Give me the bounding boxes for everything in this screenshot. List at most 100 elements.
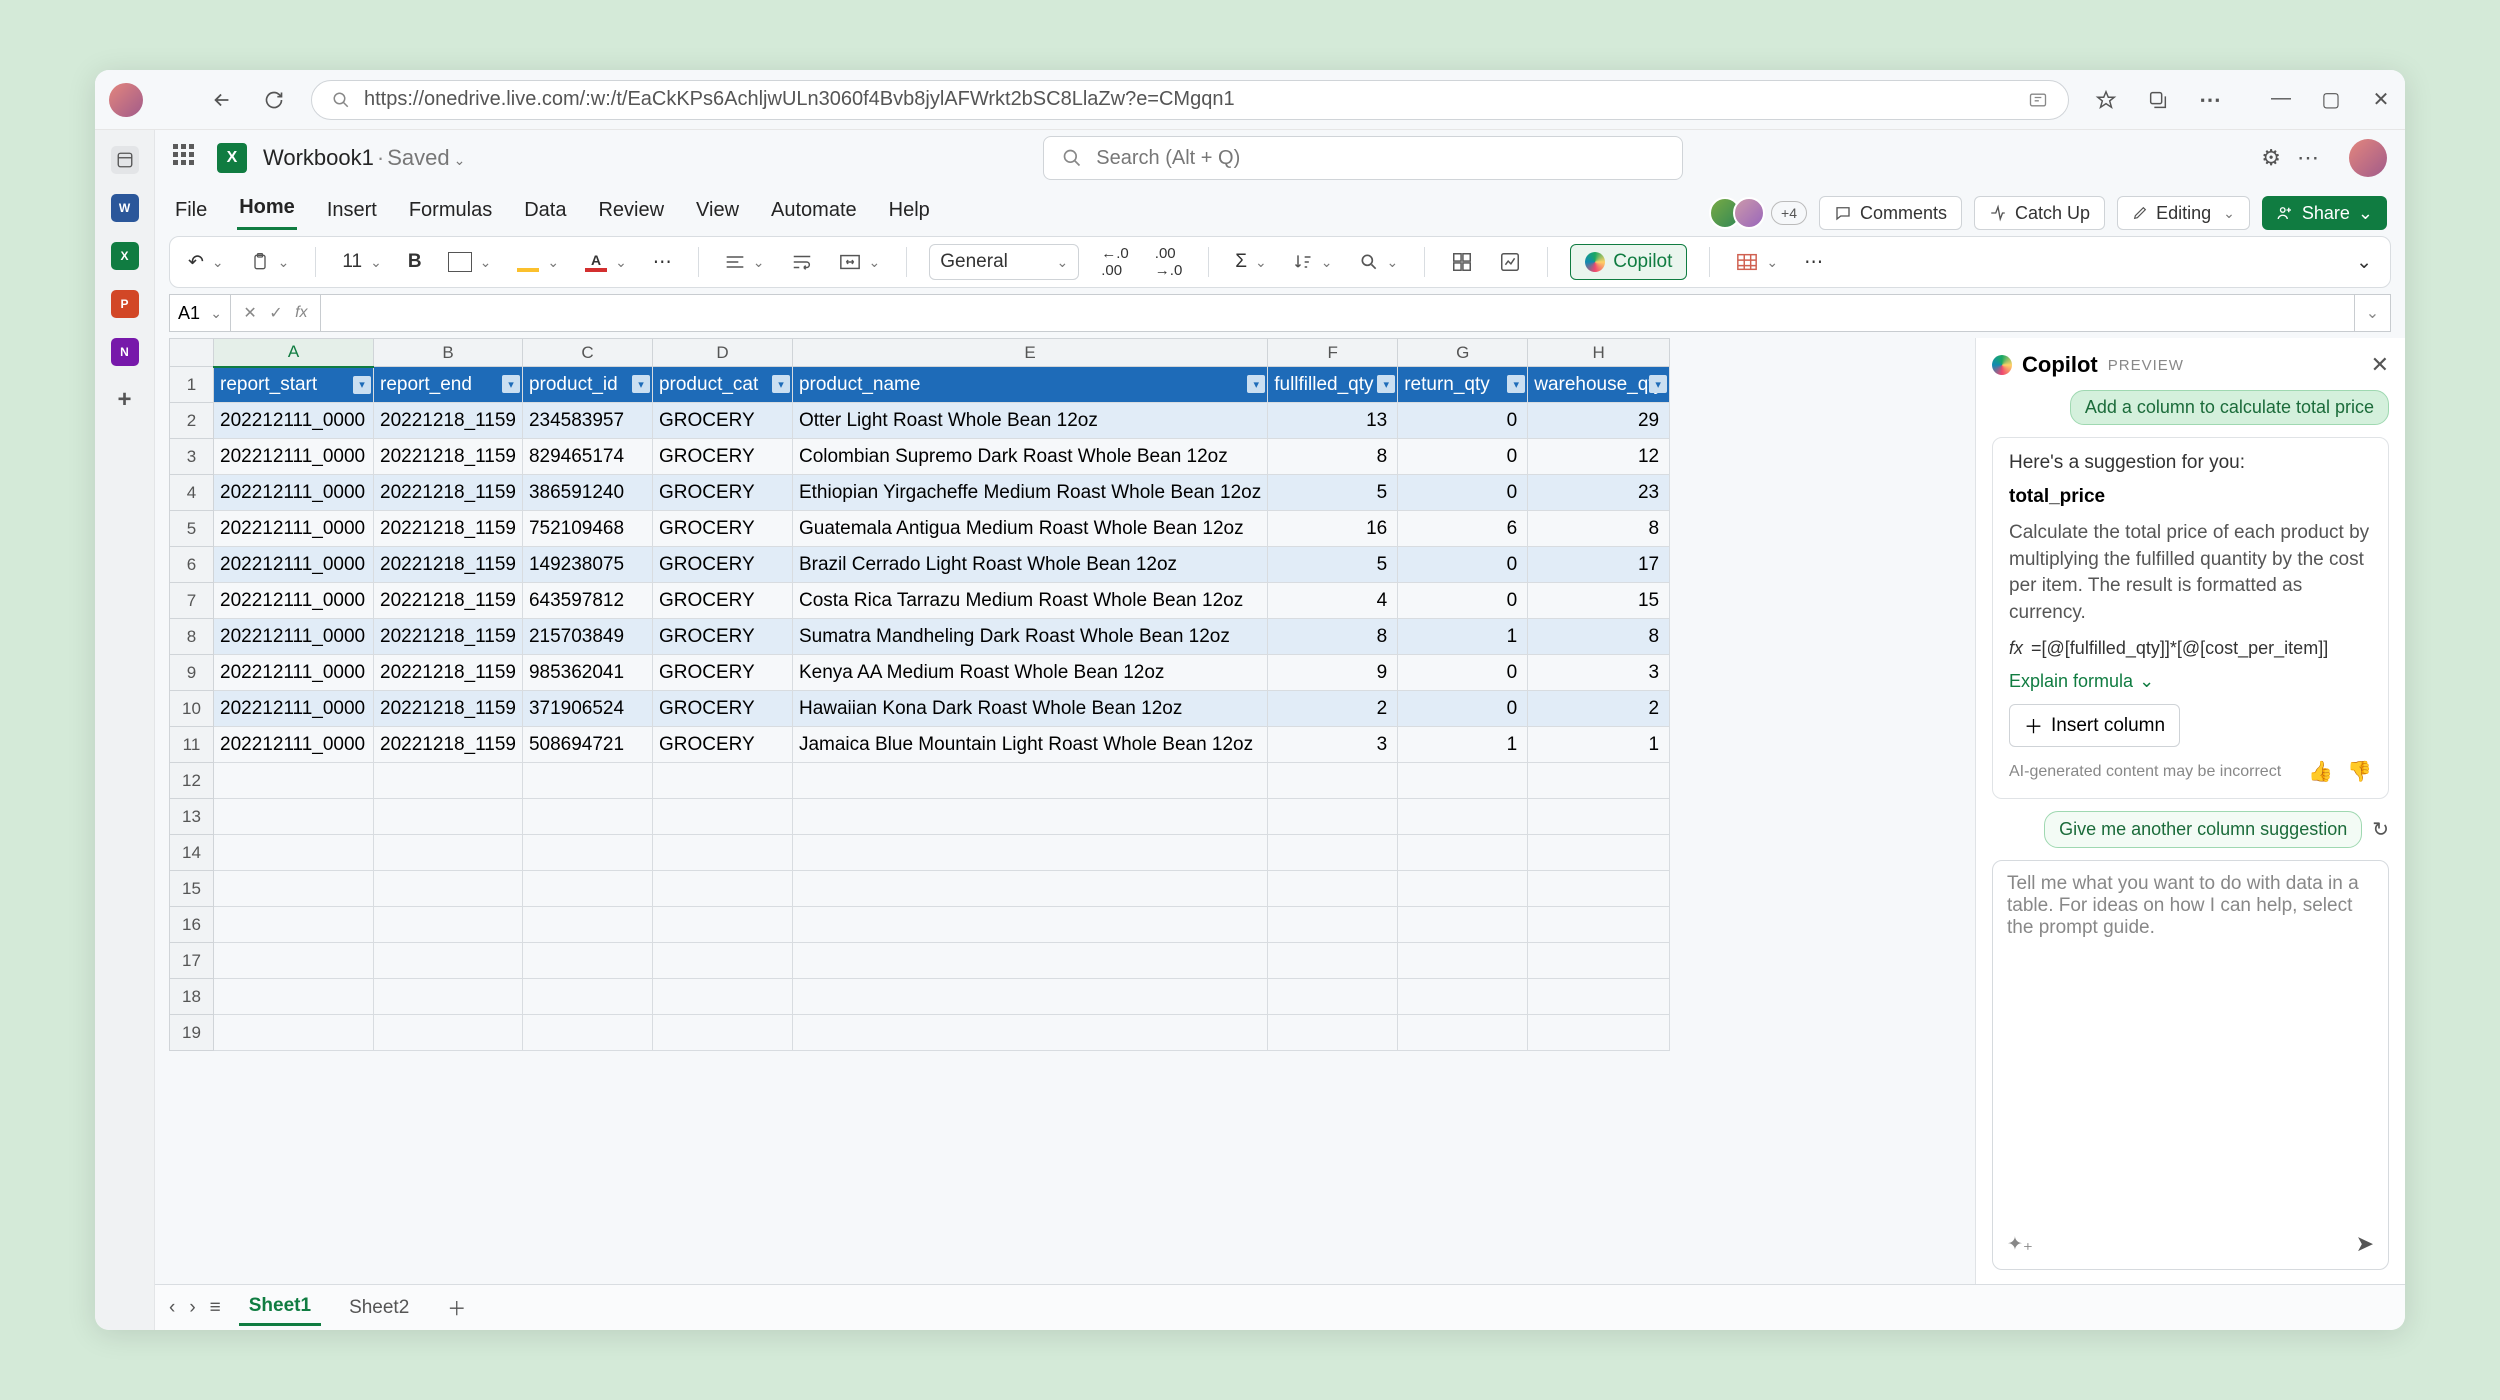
cell[interactable]: 15 bbox=[1528, 583, 1670, 619]
cell[interactable] bbox=[1268, 943, 1398, 979]
cell[interactable] bbox=[1398, 943, 1528, 979]
tab-formulas[interactable]: Formulas bbox=[407, 191, 494, 230]
sheet-tab-2[interactable]: Sheet2 bbox=[339, 1291, 419, 1325]
cell[interactable] bbox=[522, 943, 652, 979]
select-all-corner[interactable] bbox=[170, 339, 214, 367]
cell[interactable] bbox=[1528, 799, 1670, 835]
cell[interactable] bbox=[214, 835, 374, 871]
cell[interactable] bbox=[214, 763, 374, 799]
cell[interactable]: 0 bbox=[1398, 439, 1528, 475]
cell[interactable]: 0 bbox=[1398, 547, 1528, 583]
cell[interactable] bbox=[374, 871, 523, 907]
row-header[interactable]: 17 bbox=[170, 943, 214, 979]
table-header-cell[interactable]: report_end▾ bbox=[374, 367, 523, 403]
cell[interactable]: 3 bbox=[1528, 655, 1670, 691]
cell[interactable] bbox=[374, 907, 523, 943]
cell[interactable] bbox=[652, 979, 792, 1015]
cell[interactable] bbox=[1268, 907, 1398, 943]
cell[interactable]: 17 bbox=[1528, 547, 1670, 583]
filter-icon[interactable]: ▾ bbox=[772, 375, 790, 393]
cell[interactable] bbox=[1398, 979, 1528, 1015]
cell[interactable] bbox=[792, 871, 1267, 907]
catchup-button[interactable]: Catch Up bbox=[1974, 196, 2105, 230]
row-header[interactable]: 10 bbox=[170, 691, 214, 727]
send-icon[interactable]: ➤ bbox=[2356, 1231, 2374, 1257]
cell[interactable]: 202212111_0000 bbox=[214, 583, 374, 619]
filter-icon[interactable]: ▾ bbox=[1649, 375, 1667, 393]
rail-add-button[interactable]: + bbox=[111, 386, 139, 414]
cell[interactable]: 6 bbox=[1398, 511, 1528, 547]
tab-insert[interactable]: Insert bbox=[325, 191, 379, 230]
cell[interactable]: 202212111_0000 bbox=[214, 619, 374, 655]
cell[interactable] bbox=[1268, 871, 1398, 907]
filter-icon[interactable]: ▾ bbox=[1507, 375, 1525, 393]
cell[interactable]: 20221218_1159 bbox=[374, 475, 523, 511]
share-button[interactable]: Share ⌄ bbox=[2262, 196, 2387, 230]
row-header[interactable]: 11 bbox=[170, 727, 214, 763]
row-header[interactable]: 16 bbox=[170, 907, 214, 943]
row-header[interactable]: 15 bbox=[170, 871, 214, 907]
cell[interactable] bbox=[374, 799, 523, 835]
cell[interactable] bbox=[1398, 763, 1528, 799]
table-header-cell[interactable]: product_name▾ bbox=[792, 367, 1267, 403]
cell[interactable] bbox=[522, 871, 652, 907]
font-size[interactable]: 11⌄ bbox=[338, 247, 385, 277]
cell[interactable] bbox=[792, 799, 1267, 835]
collaborators[interactable]: +4 bbox=[1717, 197, 1807, 229]
cell[interactable] bbox=[792, 907, 1267, 943]
cell[interactable] bbox=[792, 835, 1267, 871]
font-color-button[interactable]: A⌄ bbox=[581, 248, 631, 276]
cell[interactable]: 23 bbox=[1528, 475, 1670, 511]
add-sheet-button[interactable]: ＋ bbox=[437, 1288, 476, 1327]
analyze-icon[interactable] bbox=[1495, 247, 1525, 277]
cell[interactable] bbox=[374, 979, 523, 1015]
cell[interactable]: 29 bbox=[1528, 403, 1670, 439]
close-button[interactable]: ✕ bbox=[2371, 87, 2391, 112]
cell[interactable]: 752109468 bbox=[522, 511, 652, 547]
cell[interactable] bbox=[374, 943, 523, 979]
cell[interactable] bbox=[1398, 907, 1528, 943]
cell[interactable] bbox=[1398, 1015, 1528, 1051]
row-header[interactable]: 3 bbox=[170, 439, 214, 475]
rail-word-icon[interactable]: W bbox=[111, 194, 139, 222]
cell[interactable]: 3 bbox=[1268, 727, 1398, 763]
name-box[interactable]: A1⌄ bbox=[169, 294, 231, 332]
filter-icon[interactable]: ▾ bbox=[502, 375, 520, 393]
row-header[interactable]: 6 bbox=[170, 547, 214, 583]
cell[interactable] bbox=[652, 1015, 792, 1051]
cell[interactable] bbox=[522, 763, 652, 799]
cell[interactable] bbox=[522, 799, 652, 835]
cell[interactable]: GROCERY bbox=[652, 583, 792, 619]
cell[interactable]: 215703849 bbox=[522, 619, 652, 655]
undo-button[interactable]: ↶⌄ bbox=[184, 247, 228, 278]
cell[interactable] bbox=[214, 799, 374, 835]
cell[interactable] bbox=[1268, 1015, 1398, 1051]
cell[interactable]: 8 bbox=[1268, 619, 1398, 655]
cell[interactable] bbox=[1268, 835, 1398, 871]
number-format[interactable]: General⌄ bbox=[929, 244, 1079, 280]
row-header[interactable]: 9 bbox=[170, 655, 214, 691]
cell[interactable]: GROCERY bbox=[652, 475, 792, 511]
cell[interactable] bbox=[1528, 907, 1670, 943]
cell[interactable] bbox=[652, 907, 792, 943]
col-header-A[interactable]: A bbox=[214, 339, 374, 367]
cell[interactable] bbox=[652, 871, 792, 907]
tab-view[interactable]: View bbox=[694, 191, 741, 230]
cell[interactable] bbox=[792, 763, 1267, 799]
all-sheets-icon[interactable]: ≡ bbox=[210, 1297, 221, 1319]
table-style-button[interactable]: ⌄ bbox=[1732, 248, 1782, 276]
search-box[interactable]: Search (Alt + Q) bbox=[1043, 136, 1683, 180]
cell[interactable]: 9 bbox=[1268, 655, 1398, 691]
cell[interactable] bbox=[652, 835, 792, 871]
cell[interactable] bbox=[522, 835, 652, 871]
filter-icon[interactable]: ▾ bbox=[1247, 375, 1265, 393]
row-header[interactable]: 1 bbox=[170, 367, 214, 403]
tab-data[interactable]: Data bbox=[522, 191, 568, 230]
cell[interactable]: 202212111_0000 bbox=[214, 655, 374, 691]
cell[interactable]: 5 bbox=[1268, 547, 1398, 583]
cell[interactable] bbox=[792, 1015, 1267, 1051]
cell[interactable]: 371906524 bbox=[522, 691, 652, 727]
cell[interactable]: 202212111_0000 bbox=[214, 547, 374, 583]
cell[interactable]: 4 bbox=[1268, 583, 1398, 619]
favorites-icon[interactable] bbox=[2091, 85, 2121, 115]
